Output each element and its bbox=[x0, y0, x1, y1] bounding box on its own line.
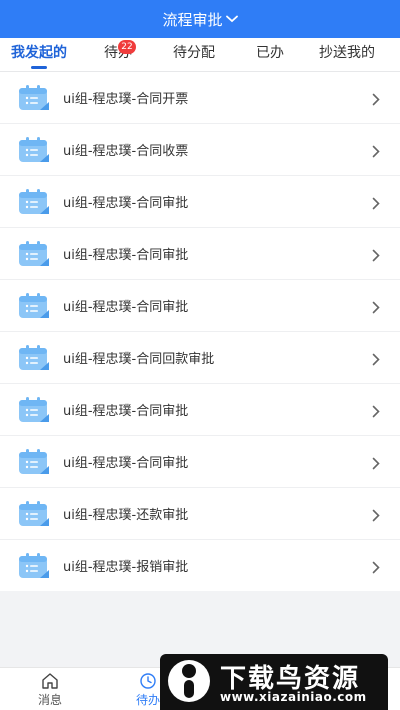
list-item-title: ui组-程忠璞-合同审批 bbox=[63, 404, 189, 419]
calendar-list-icon bbox=[18, 292, 50, 319]
active-tab-indicator bbox=[31, 66, 47, 69]
watermark-logo: 下载鸟资源 www.xiazainiao.com bbox=[160, 654, 388, 710]
bird-logo-icon bbox=[168, 660, 210, 702]
tab-todo[interactable]: 待办 22 bbox=[96, 38, 140, 71]
list-item-title: ui组-程忠璞-合同回款审批 bbox=[63, 352, 215, 367]
list-item[interactable]: ui组-程忠璞-合同审批 bbox=[0, 384, 400, 436]
tab-label: 抄送我的 bbox=[319, 45, 375, 61]
chevron-right-icon bbox=[372, 559, 380, 574]
tab-label: 我发起的 bbox=[11, 45, 67, 61]
home-icon bbox=[41, 672, 59, 690]
calendar-list-icon bbox=[18, 136, 50, 163]
chevron-right-icon bbox=[372, 299, 380, 314]
list-item[interactable]: ui组-程忠璞-合同开票 bbox=[0, 72, 400, 124]
chevron-right-icon bbox=[372, 455, 380, 470]
tab-bar: 我发起的 待办 22 待分配 已办 抄送我的 bbox=[0, 38, 400, 72]
calendar-list-icon bbox=[18, 240, 50, 267]
clock-icon bbox=[139, 672, 157, 690]
chevron-right-icon bbox=[372, 143, 380, 158]
list-item-title: ui组-程忠璞-合同审批 bbox=[63, 456, 189, 471]
calendar-list-icon bbox=[18, 500, 50, 527]
calendar-list-icon bbox=[18, 344, 50, 371]
list-item-title: ui组-程忠璞-报销审批 bbox=[63, 560, 189, 575]
header-bar: 流程审批 bbox=[0, 0, 400, 38]
todo-count-badge: 22 bbox=[118, 40, 136, 54]
list-item[interactable]: ui组-程忠璞-合同收票 bbox=[0, 124, 400, 176]
chevron-right-icon bbox=[372, 91, 380, 106]
calendar-list-icon bbox=[18, 84, 50, 111]
list-item-title: ui组-程忠璞-合同收票 bbox=[63, 144, 189, 159]
list-item[interactable]: ui组-程忠璞-合同审批 bbox=[0, 176, 400, 228]
chevron-right-icon bbox=[372, 247, 380, 262]
list-item[interactable]: ui组-程忠璞-合同审批 bbox=[0, 436, 400, 488]
tab-label: 待分配 bbox=[173, 45, 215, 61]
list-item-title: ui组-程忠璞-合同审批 bbox=[63, 248, 189, 263]
nav-label: 待办 bbox=[135, 693, 160, 707]
tab-cc-me[interactable]: 抄送我的 bbox=[310, 38, 384, 71]
tab-my-initiated[interactable]: 我发起的 bbox=[4, 38, 74, 71]
list-item-title: ui组-程忠璞-合同审批 bbox=[63, 300, 189, 315]
chevron-down-icon[interactable] bbox=[225, 15, 238, 23]
calendar-list-icon bbox=[18, 396, 50, 423]
list-item[interactable]: ui组-程忠璞-合同回款审批 bbox=[0, 332, 400, 384]
nav-label: 消息 bbox=[37, 693, 62, 707]
tab-label: 已办 bbox=[256, 45, 284, 61]
tab-to-assign[interactable]: 待分配 bbox=[164, 38, 224, 71]
list-item-title: ui组-程忠璞-合同开票 bbox=[63, 92, 189, 107]
list-item-title: ui组-程忠璞-合同审批 bbox=[63, 196, 189, 211]
page-title[interactable]: 流程审批 bbox=[162, 9, 222, 30]
approval-list: ui组-程忠璞-合同开票 ui组-程忠璞-合同收票 ui组-程忠璞-合同审批 u… bbox=[0, 72, 400, 591]
nav-messages[interactable]: 消息 bbox=[20, 672, 80, 708]
chevron-right-icon bbox=[372, 195, 380, 210]
list-item[interactable]: ui组-程忠璞-合同审批 bbox=[0, 280, 400, 332]
calendar-list-icon bbox=[18, 188, 50, 215]
list-item[interactable]: ui组-程忠璞-报销审批 bbox=[0, 540, 400, 591]
chevron-right-icon bbox=[372, 403, 380, 418]
calendar-list-icon bbox=[18, 552, 50, 579]
calendar-list-icon bbox=[18, 448, 50, 475]
list-item-title: ui组-程忠璞-还款审批 bbox=[63, 508, 189, 523]
chevron-right-icon bbox=[372, 507, 380, 522]
list-item[interactable]: ui组-程忠璞-合同审批 bbox=[0, 228, 400, 280]
watermark-url: www.xiazainiao.com bbox=[220, 690, 367, 704]
chevron-right-icon bbox=[372, 351, 380, 366]
list-item[interactable]: ui组-程忠璞-还款审批 bbox=[0, 488, 400, 540]
tab-done[interactable]: 已办 bbox=[248, 38, 292, 71]
